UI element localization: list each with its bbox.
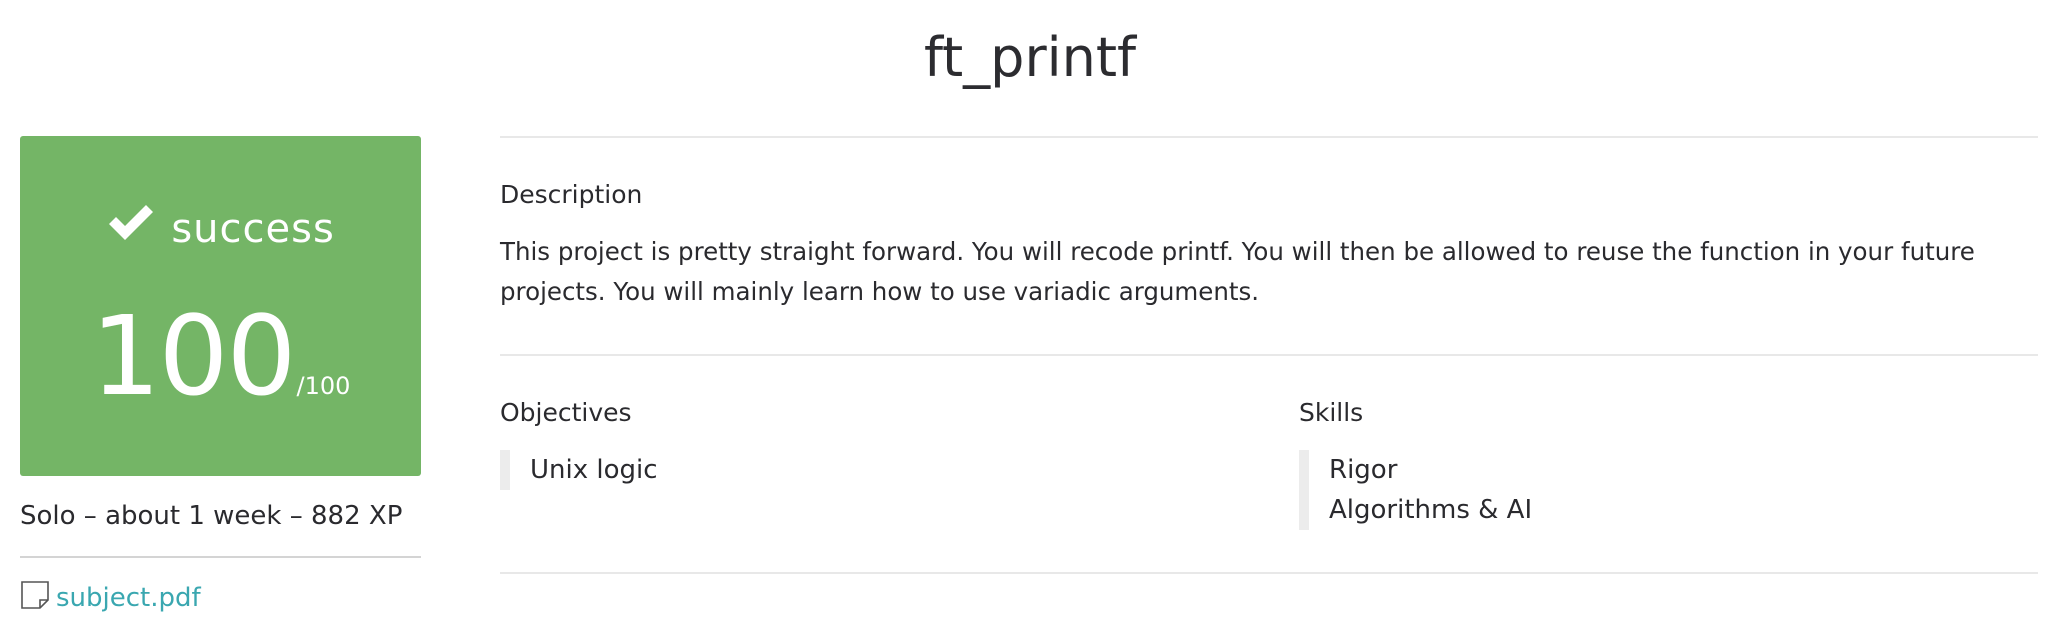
document-icon — [21, 581, 49, 609]
checkmark-icon — [109, 205, 154, 240]
subject-pdf-link[interactable]: subject.pdf — [20, 580, 201, 616]
grade-card: success 100/100 — [20, 136, 421, 476]
skill-item: Algorithms & AI — [1329, 495, 1533, 525]
left-divider — [20, 556, 421, 558]
description-text: This project is pretty straight forward.… — [500, 237, 1975, 306]
page-title: ft_printf — [923, 26, 1137, 89]
status-row: success — [20, 204, 421, 254]
description-heading: Description — [500, 180, 643, 209]
objective-item: Unix logic — [530, 455, 658, 485]
divider-bottom — [500, 572, 2038, 574]
skills-list: Rigor Algorithms & AI — [1299, 450, 1532, 530]
subject-pdf-label: subject.pdf — [56, 583, 201, 613]
score-max: /100 — [296, 372, 351, 400]
score-row: 100/100 — [20, 296, 421, 416]
status-label: success — [171, 206, 335, 252]
score-value: 100 — [90, 292, 297, 420]
objectives-list: Unix logic — [500, 450, 658, 490]
skills-heading: Skills — [1299, 398, 1364, 427]
objectives-heading: Objectives — [500, 398, 632, 427]
divider-middle — [500, 354, 2038, 356]
project-meta: Solo – about 1 week – 882 XP — [20, 501, 403, 531]
divider-top — [500, 136, 2038, 138]
skill-item: Rigor — [1329, 455, 1398, 485]
